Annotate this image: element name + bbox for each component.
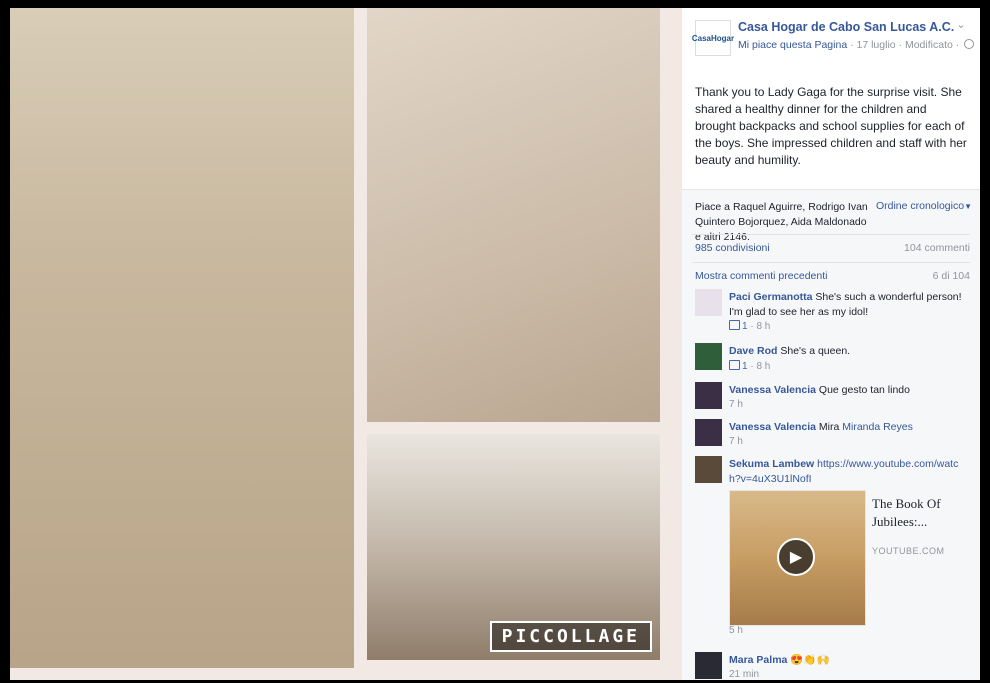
comment-meta: 21 min <box>729 669 759 680</box>
comment-body: Mara Palma 😍👏🙌 <box>729 653 967 668</box>
comment-body: Vanessa Valencia Que gesto tan lindo <box>729 383 967 398</box>
order-label: Ordine cronologico <box>875 200 965 212</box>
comment-time[interactable]: 7 h <box>729 436 743 447</box>
comment-body: Vanessa Valencia Mira Miranda Reyes <box>729 420 967 435</box>
post-date[interactable]: 17 luglio <box>857 39 896 51</box>
avatar[interactable] <box>695 343 722 370</box>
page-name-link[interactable]: Casa Hogar de Cabo San Lucas A.C. <box>738 20 954 34</box>
comment-time[interactable]: 8 h <box>756 361 770 372</box>
feedback-panel: Piace a Raquel Aguirre, Rodrigo Ivan Qui… <box>682 189 980 680</box>
divider <box>692 262 970 263</box>
comment-time[interactable]: 7 h <box>729 399 743 410</box>
comment-author[interactable]: Sekuma Lambew <box>729 458 814 470</box>
comment-text: She's a queen. <box>780 345 851 357</box>
comment-body: Sekuma Lambew https://www.youtube.com/wa… <box>729 457 967 487</box>
avatar[interactable] <box>695 652 722 679</box>
shares-link[interactable]: 985 condivisioni <box>695 242 770 254</box>
avatar[interactable] <box>695 382 722 409</box>
thumbs-up-icon[interactable] <box>729 360 740 370</box>
comment-text: 😍👏🙌 <box>790 654 830 666</box>
youtube-preview[interactable]: ▶ The Book Of Jubilees:... YOUTUBE.COM <box>729 490 967 626</box>
comment-meta: 5 h <box>729 625 743 636</box>
show-previous-comments-link[interactable]: Mostra commenti precedenti <box>695 270 827 282</box>
play-icon[interactable]: ▶ <box>777 538 815 576</box>
comment-author[interactable]: Mara Palma <box>729 654 787 666</box>
meta-sep: · <box>955 39 963 51</box>
comment-meta: 7 h <box>729 399 743 410</box>
comment-meta: 1 · 8 h <box>729 320 770 332</box>
video-thumbnail[interactable]: ▶ <box>729 490 866 626</box>
post-text: Thank you to Lady Gaga for the surprise … <box>695 85 967 167</box>
globe-icon <box>964 39 975 49</box>
comments-pager: 6 di 104 <box>932 270 970 282</box>
post-meta: Mi piace questa Pagina · 17 luglio · Mod… <box>738 39 975 51</box>
like-page-link[interactable]: Mi piace questa Pagina <box>738 39 847 51</box>
comment-meta: 1 · 8 h <box>729 360 770 372</box>
video-domain: YOUTUBE.COM <box>872 546 945 556</box>
comment-time[interactable]: 5 h <box>729 625 743 636</box>
comment-author[interactable]: Vanessa Valencia <box>729 421 816 433</box>
comment-like-count[interactable]: 1 <box>742 321 748 332</box>
piccollage-watermark: PICCOLLAGE <box>489 621 652 652</box>
photo-giving-backpack[interactable] <box>367 8 660 422</box>
thumbs-up-icon[interactable] <box>729 320 740 330</box>
comment-time[interactable]: 21 min <box>729 669 759 680</box>
page-avatar[interactable]: CasaHogar <box>691 20 735 56</box>
comments-count: 104 commenti <box>904 242 970 254</box>
comment-text: Que gesto tan lindo <box>818 384 910 396</box>
comment-body: Dave Rod She's a queen. <box>729 344 967 359</box>
photo-group-children[interactable]: PICCOLLAGE <box>367 434 660 660</box>
caret-down-icon: ▼ <box>964 202 972 211</box>
page-logo-text: CasaHogar <box>691 33 735 43</box>
comment-time[interactable]: 8 h <box>756 321 770 332</box>
avatar[interactable] <box>695 456 722 483</box>
screenshot-frame: PICCOLLAGE CasaHogar Casa Hogar de Cabo … <box>0 0 990 683</box>
post-header: CasaHogar Casa Hogar de Cabo San Lucas A… <box>682 8 980 70</box>
avatar[interactable] <box>695 419 722 446</box>
comment-meta: 7 h <box>729 436 743 447</box>
chevron-down-icon[interactable]: ⌄ <box>954 18 968 32</box>
comment-order-select[interactable]: Ordine cronologico▼ <box>876 200 972 212</box>
comment-body: Paci Germanotta She's such a wonderful p… <box>729 290 967 320</box>
mention-link[interactable]: Miranda Reyes <box>842 421 913 433</box>
likes-summary[interactable]: Piace a Raquel Aguirre, Rodrigo Ivan Qui… <box>695 200 873 245</box>
video-title[interactable]: The Book Of Jubilees:... <box>872 495 964 531</box>
comment-author[interactable]: Paci Germanotta <box>729 291 812 303</box>
comment-author[interactable]: Dave Rod <box>729 345 777 357</box>
edited-label[interactable]: Modificato <box>905 39 953 51</box>
post-sidebar: CasaHogar Casa Hogar de Cabo San Lucas A… <box>682 8 980 680</box>
divider <box>692 234 970 235</box>
comment-author[interactable]: Vanessa Valencia <box>729 384 816 396</box>
comment-like-count[interactable]: 1 <box>742 361 748 372</box>
avatar[interactable] <box>695 289 722 316</box>
comment-text: Mira <box>818 421 840 433</box>
photo-lady-gaga-cap[interactable] <box>10 8 354 668</box>
